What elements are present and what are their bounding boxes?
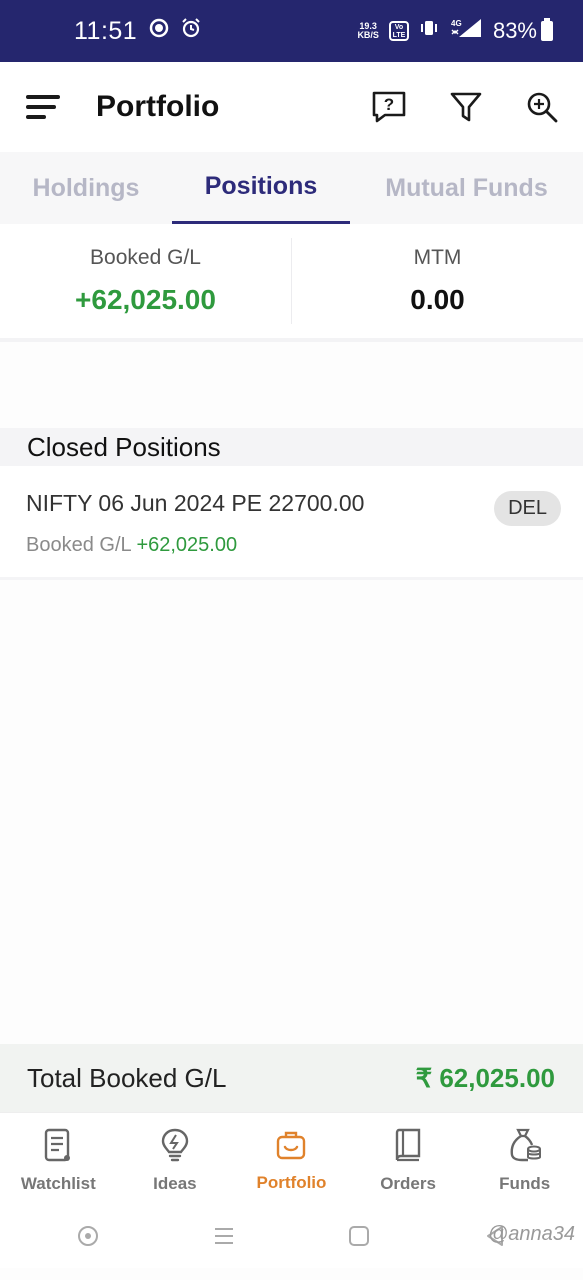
nav-funds-label: Funds xyxy=(499,1174,551,1193)
alarm-icon xyxy=(181,17,201,45)
total-booked-label: Total Booked G/L xyxy=(27,1062,227,1093)
mtm-value: 0.00 xyxy=(410,284,465,315)
vibrate-icon xyxy=(419,18,439,44)
svg-text:?: ? xyxy=(384,95,394,114)
booked-gl-value: +62,025.00 xyxy=(75,284,216,315)
nav-ideas-label: Ideas xyxy=(153,1174,197,1193)
positions-summary: Booked G/L +62,025.00 MTM 0.00 xyxy=(0,224,583,342)
header-actions: ? xyxy=(371,90,559,124)
portfolio-bag-icon xyxy=(275,1128,307,1167)
nav-orders[interactable]: Orders xyxy=(350,1113,467,1208)
position-booked-label: Booked G/L xyxy=(26,534,131,556)
watermark: @anna34 xyxy=(487,1223,575,1245)
empty-area xyxy=(0,580,583,1044)
nav-portfolio[interactable]: Portfolio xyxy=(233,1113,350,1208)
total-booked-value: ₹ 62,025.00 xyxy=(415,1062,555,1093)
nav-funds[interactable]: Funds xyxy=(466,1113,583,1208)
mtm-label: MTM xyxy=(413,246,462,269)
orders-book-icon xyxy=(393,1127,423,1168)
assistant-circle-icon[interactable] xyxy=(76,1224,100,1253)
funds-bag-icon xyxy=(508,1127,542,1168)
product-type-badge: DEL xyxy=(494,491,561,526)
position-item[interactable]: NIFTY 06 Jun 2024 PE 22700.00 Booked G/L… xyxy=(0,466,583,580)
portfolio-tabs: Holdings Positions Mutual Funds xyxy=(0,152,583,224)
closed-positions-heading: Closed Positions xyxy=(0,428,583,466)
status-right: 19.3 KB/S Vo LTE 4G 83% xyxy=(357,17,553,45)
signal-icon: 4G xyxy=(449,17,483,45)
tab-mutual-funds[interactable]: Mutual Funds xyxy=(350,152,583,224)
total-booked-bar: Total Booked G/L ₹ 62,025.00 xyxy=(0,1044,583,1112)
volte-icon: Vo LTE xyxy=(388,21,409,41)
tab-positions[interactable]: Positions xyxy=(172,152,350,224)
nav-ideas[interactable]: Ideas xyxy=(117,1113,234,1208)
position-booked-value: +62,025.00 xyxy=(136,534,238,556)
filter-icon[interactable] xyxy=(449,91,483,123)
record-icon xyxy=(149,17,169,45)
status-time: 11:51 xyxy=(74,16,138,45)
net-speed-unit: KB/S xyxy=(357,30,379,40)
booked-gl-summary: Booked G/L +62,025.00 xyxy=(0,224,291,338)
nav-portfolio-label: Portfolio xyxy=(256,1173,327,1192)
tab-holdings[interactable]: Holdings xyxy=(0,152,172,224)
net-speed: 19.3 KB/S xyxy=(357,22,379,40)
battery: 83% xyxy=(493,18,553,44)
search-add-icon[interactable] xyxy=(525,90,559,124)
status-bar: 11:51 19.3 KB/S Vo LTE 4G 83% xyxy=(0,0,583,62)
app-header: Portfolio ? xyxy=(0,62,583,152)
battery-percent: 83% xyxy=(492,18,537,43)
status-left: 11:51 xyxy=(74,17,201,46)
booked-gl-label: Booked G/L xyxy=(90,246,201,269)
nav-orders-label: Orders xyxy=(380,1174,436,1193)
volte-bottom: LTE xyxy=(392,32,406,39)
system-nav-bar: @anna34 xyxy=(0,1208,583,1268)
page-title: Portfolio xyxy=(96,90,220,123)
home-icon[interactable] xyxy=(347,1224,371,1253)
help-chat-icon[interactable]: ? xyxy=(371,90,407,124)
bottom-nav: Watchlist Ideas Portfolio Orders Funds xyxy=(0,1112,583,1208)
spacer xyxy=(0,342,583,428)
battery-icon xyxy=(541,18,553,41)
watchlist-icon xyxy=(43,1127,73,1168)
mtm-summary: MTM 0.00 xyxy=(291,238,583,324)
menu-icon[interactable] xyxy=(26,95,60,119)
volte-top: Vo xyxy=(394,24,404,31)
ideas-bulb-icon xyxy=(160,1127,190,1168)
network-type: 4G xyxy=(451,19,462,28)
recents-icon[interactable] xyxy=(212,1224,236,1253)
nav-watchlist[interactable]: Watchlist xyxy=(0,1113,117,1208)
position-booked-gl: Booked G/L +62,025.00 xyxy=(26,534,559,557)
position-name: NIFTY 06 Jun 2024 PE 22700.00 xyxy=(26,490,365,516)
nav-watchlist-label: Watchlist xyxy=(20,1174,96,1193)
